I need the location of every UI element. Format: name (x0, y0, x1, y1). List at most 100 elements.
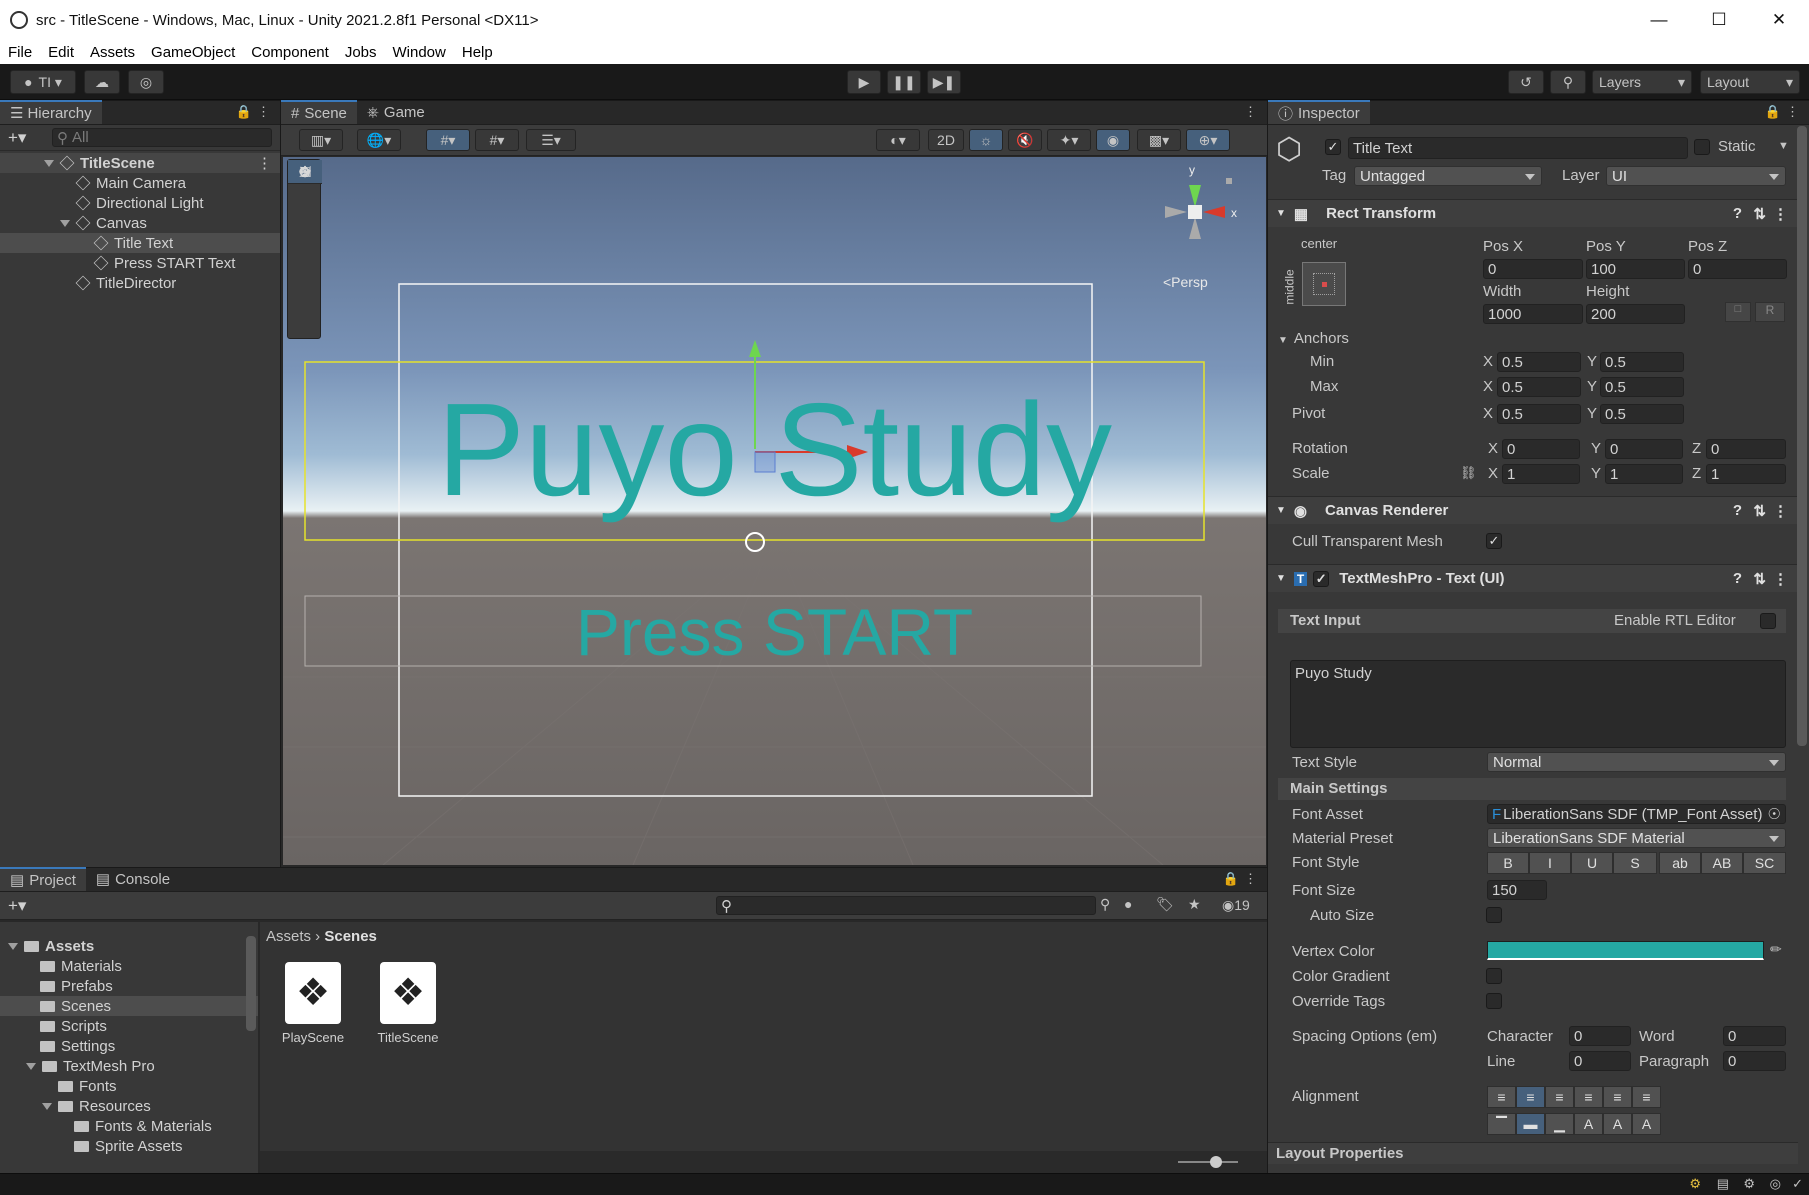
pivot-handle[interactable] (745, 532, 765, 552)
gizmos-dropdown[interactable]: ⊕▾ (1186, 129, 1230, 151)
rotation-x-input[interactable]: 0 (1502, 439, 1580, 459)
camera-dropdown[interactable]: ▩▾ (1137, 129, 1181, 151)
anchor-max-y-input[interactable]: 0.5 (1600, 377, 1684, 397)
font-style-lowercase[interactable]: ab (1659, 852, 1701, 874)
rotation-y-input[interactable]: 0 (1605, 439, 1683, 459)
align-midline-icon[interactable]: A (1603, 1113, 1632, 1135)
vertex-color-swatch[interactable] (1487, 941, 1764, 960)
draw-mode-dropdown[interactable]: ▥▾ (299, 129, 343, 151)
zoom-slider-track[interactable] (1178, 1161, 1238, 1163)
font-asset-field[interactable]: F LiberationSans SDF (TMP_Font Asset) ☉ (1487, 804, 1786, 824)
move-gizmo-y-arrow[interactable] (749, 340, 761, 357)
cache-icon[interactable]: ▤ (1717, 1176, 1729, 1192)
blueprint-mode-button[interactable]: □ (1725, 302, 1751, 322)
grid-button[interactable]: #▾ (475, 129, 519, 151)
material-preset-dropdown[interactable]: LiberationSans SDF Material (1487, 828, 1786, 848)
character-spacing-input[interactable]: 0 (1569, 1026, 1631, 1046)
tree-item-fonts[interactable]: Fonts (0, 1076, 258, 1096)
hidden-packages-toggle[interactable]: ◉19 (1222, 897, 1250, 914)
pos-x-input[interactable]: 0 (1483, 259, 1583, 279)
align-geometry-icon[interactable]: ≡ (1632, 1086, 1661, 1108)
align-left-icon[interactable]: ≡ (1487, 1086, 1516, 1108)
font-style-bold[interactable]: B (1487, 852, 1529, 874)
snap-increment-dropdown[interactable]: ☰▾ (526, 129, 576, 151)
tab-console[interactable]: ▤ Console (86, 867, 180, 891)
paragraph-spacing-input[interactable]: 0 (1723, 1051, 1786, 1071)
menu-edit[interactable]: Edit (48, 44, 74, 61)
history-icon[interactable]: ↺ (1508, 70, 1544, 94)
scale-z-input[interactable]: 1 (1706, 464, 1786, 484)
cloud-icon[interactable]: ☁ (84, 70, 120, 94)
filter-type-icon[interactable]: ● (1124, 896, 1132, 912)
menu-window[interactable]: Window (393, 44, 446, 61)
font-style-uppercase[interactable]: AB (1701, 852, 1743, 874)
maximize-icon[interactable]: ☐ (1689, 0, 1749, 40)
align-center-icon[interactable]: ≡ (1516, 1086, 1545, 1108)
layout-dropdown[interactable]: Layout ▾ (1700, 70, 1800, 94)
text-style-dropdown[interactable]: Normal (1487, 752, 1786, 772)
object-name-input[interactable]: Title Text (1348, 137, 1688, 159)
progress-icon[interactable]: ⚙ (1689, 1176, 1701, 1192)
height-input[interactable]: 200 (1586, 304, 1685, 324)
tab-hierarchy[interactable]: ☰ Hierarchy (0, 100, 102, 124)
tag-dropdown[interactable]: Untagged (1354, 166, 1542, 186)
active-checkbox[interactable]: ✓ (1325, 139, 1341, 155)
presets-icon[interactable]: ⇅ (1753, 502, 1766, 520)
layout-properties-section[interactable]: Layout Properties (1268, 1142, 1798, 1164)
tmp-header[interactable]: ▼ T ✓ TextMeshPro - Text (UI) ? ⇅ ⋮ (1268, 564, 1798, 592)
hierarchy-item-canvas[interactable]: Canvas (0, 213, 280, 233)
font-style-italic[interactable]: I (1529, 852, 1571, 874)
font-size-input[interactable]: 150 (1487, 880, 1547, 900)
tree-item-textmesh-pro[interactable]: TextMesh Pro (0, 1056, 258, 1076)
tab-project[interactable]: ▤ Project (0, 867, 86, 891)
status-ok-icon[interactable]: ✓ (1792, 1176, 1803, 1192)
align-capline-icon[interactable]: A (1632, 1113, 1661, 1135)
scene-viewport[interactable]: Puyo Study Press START ═ ✋ ✥ ⟳ ⇲ □ ⊕ y x… (283, 157, 1266, 865)
tree-item-prefabs[interactable]: Prefabs (0, 976, 258, 996)
global-dropdown[interactable]: 🌐▾ (357, 129, 401, 151)
cull-transparent-checkbox[interactable]: ✓ (1486, 533, 1502, 549)
persp-label[interactable]: <Persp (1163, 274, 1208, 290)
static-dropdown-icon[interactable]: ▼ (1778, 140, 1789, 152)
anchors-foldout[interactable]: ▼ Anchors (1278, 330, 1349, 347)
align-right-icon[interactable]: ≡ (1545, 1086, 1574, 1108)
lighting-icon[interactable]: ☼ (969, 129, 1003, 151)
step-button[interactable]: ▶❚ (927, 70, 961, 94)
tab-scene[interactable]: # Scene (281, 100, 357, 124)
audio-icon[interactable]: 🔇 (1008, 129, 1042, 151)
effects-dropdown[interactable]: ✦▾ (1047, 129, 1091, 151)
raw-edit-button[interactable]: R (1755, 302, 1785, 322)
presets-icon[interactable]: ⇅ (1753, 570, 1766, 588)
font-style-smallcaps[interactable]: SC (1743, 852, 1786, 874)
more-icon[interactable]: ⋮ (1244, 871, 1257, 887)
word-spacing-input[interactable]: 0 (1723, 1026, 1786, 1046)
filter-label-icon[interactable]: 🏷 (1156, 896, 1174, 913)
tmp-enabled-checkbox[interactable]: ✓ (1313, 570, 1330, 587)
mode-2d-button[interactable]: 2D (928, 129, 964, 151)
component-menu-icon[interactable]: ⋮ (1773, 570, 1788, 588)
align-bottom-icon[interactable]: ▁ (1545, 1113, 1574, 1135)
help-icon[interactable]: ? (1733, 570, 1742, 587)
favorites-icon[interactable]: ★ (1188, 896, 1201, 913)
search-by-type-icon[interactable]: ⚲ (1100, 896, 1110, 913)
layers-dropdown[interactable]: Layers ▾ (1592, 70, 1692, 94)
pos-z-input[interactable]: 0 (1688, 259, 1787, 279)
tab-game[interactable]: ⎈ Game (357, 100, 435, 124)
menu-jobs[interactable]: Jobs (345, 44, 377, 61)
lock-icon[interactable]: 🔒 (236, 104, 252, 120)
tree-item-resources[interactable]: Resources (0, 1096, 258, 1116)
text-input-area[interactable]: Puyo Study (1290, 660, 1786, 748)
performance-icon[interactable]: ◎ (1770, 1176, 1781, 1192)
auto-size-checkbox[interactable] (1486, 907, 1502, 923)
presets-icon[interactable]: ⇅ (1753, 205, 1766, 223)
zoom-slider-thumb[interactable] (1210, 1156, 1222, 1168)
tree-item-materials[interactable]: Materials (0, 956, 258, 976)
more-icon[interactable]: ⋮ (1786, 104, 1799, 120)
anchor-min-y-input[interactable]: 0.5 (1600, 352, 1684, 372)
shading-dropdown[interactable]: ◐▾ (876, 129, 920, 151)
help-icon[interactable]: ? (1733, 205, 1742, 222)
lock-icon[interactable]: 🔒 (1765, 104, 1781, 120)
foldout-arrow-icon[interactable]: ▼ (1276, 208, 1286, 219)
add-button[interactable]: +▾ (8, 128, 26, 148)
more-icon[interactable]: ⋮ (257, 154, 272, 172)
